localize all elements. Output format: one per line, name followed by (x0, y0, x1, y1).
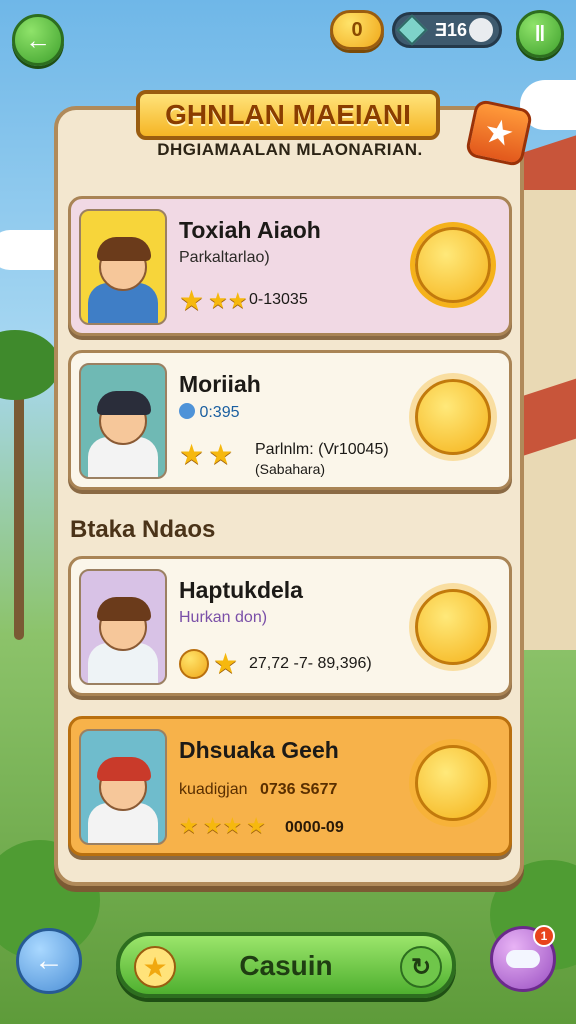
rating-stars: ★ ★ (179, 441, 233, 469)
arrow-left-icon: ← (34, 944, 64, 977)
section-label: Btaka Ndaos (70, 516, 216, 543)
player-subtitle-code: 0736 S677 (259, 781, 338, 798)
avatar-face (97, 391, 151, 445)
player-stat: 0000-09 (285, 819, 344, 836)
player-subtitle: kuadigjan 0736 S677 (179, 781, 337, 799)
rating-stars: ★ ★★ (179, 287, 248, 315)
refresh-icon[interactable]: ↻ (400, 946, 442, 988)
player-stat: 27,72 -7- 89,396) (249, 655, 372, 672)
gem-counter[interactable]: Ǝ16 (392, 12, 502, 48)
player-subtitle: 0:395 (179, 403, 240, 422)
star-icon: ★ (208, 439, 234, 470)
panel-title: GHNLAN MAEIANI (136, 90, 440, 140)
chat-button[interactable]: 1 (490, 925, 556, 992)
player-stat-secondary: (Sabahara) (255, 461, 326, 477)
player-subtitle-text: kuadigjan (179, 781, 248, 798)
player-stat: 0-13035 (249, 291, 308, 308)
rating-stars: ★ (179, 649, 238, 679)
pause-button[interactable]: ‖ (516, 10, 564, 58)
panel-subtitle: DHGIAMAALAN MLAONARIAN. (157, 140, 423, 159)
player-card[interactable]: Toxiah Aiaoh Parkaltarlao) ★ ★★ 0-13035 (68, 196, 512, 336)
back-button[interactable]: ← (12, 14, 64, 66)
avatar (79, 209, 167, 325)
coin-stack-icon (179, 649, 209, 679)
avatar (79, 363, 167, 479)
rating-stars: ★ ★★ ★ (179, 815, 266, 837)
nav-back-button[interactable]: ← (16, 928, 82, 994)
star-icon: ★ (213, 648, 239, 679)
clock-icon (179, 403, 195, 419)
star-icon: ★ (480, 111, 518, 155)
player-name: Haptukdela (179, 577, 303, 603)
avatar (79, 729, 167, 845)
coin-icon: 0 (351, 18, 363, 41)
player-name: Toxiah Aiaoh (179, 217, 321, 243)
play-button[interactable]: ★ Casuin ↻ (116, 932, 456, 998)
sun-mascot-icon (415, 745, 491, 821)
favorite-button[interactable]: ★ (464, 98, 534, 168)
player-name: Dhsuaka Geeh (179, 737, 339, 763)
star-icon: ★ (179, 285, 205, 316)
pause-icon: ‖ (534, 21, 546, 46)
player-subtitle: Hurkan don) (179, 609, 268, 626)
gem-icon (396, 14, 428, 46)
palm-leaves (0, 330, 60, 400)
avatar (79, 569, 167, 685)
player-card-highlighted[interactable]: Dhsuaka Geeh kuadigjan 0736 S677 ★ ★★ ★ … (68, 716, 512, 856)
star-icon: ★ (246, 813, 266, 838)
star-icon: ★ (179, 813, 199, 838)
player-subtitle-text: 0:395 (199, 404, 240, 421)
player-card[interactable]: Moriiah 0:395 ★ ★ Parlnlm: (Vr10045) (Sa… (68, 350, 512, 490)
palm-trunk (14, 380, 24, 640)
star-icon: ★★ (202, 813, 243, 838)
avatar-face (97, 237, 151, 291)
sun-mascot-icon (415, 227, 491, 303)
star-icon: ★ (179, 439, 205, 470)
player-card[interactable]: Haptukdela Hurkan don) ★ 27,72 -7- 89,39… (68, 556, 512, 696)
notification-badge: 1 (533, 925, 555, 947)
sun-mascot-icon (415, 379, 491, 455)
cloud-icon (506, 950, 540, 968)
player-subtitle: Parkaltarlao) (179, 249, 270, 266)
avatar-face (97, 757, 151, 811)
star-icon: ★★ (208, 288, 248, 313)
player-name: Moriiah (179, 371, 261, 397)
coin-counter[interactable]: 0 (330, 10, 384, 50)
player-stat: Parlnlm: (Vr10045) (255, 441, 389, 458)
avatar-face (97, 597, 151, 651)
gem-value: Ǝ16 (435, 19, 468, 40)
sun-mascot-icon (415, 589, 491, 665)
arrow-left-icon: ← (25, 24, 51, 55)
plus-icon (469, 18, 493, 42)
